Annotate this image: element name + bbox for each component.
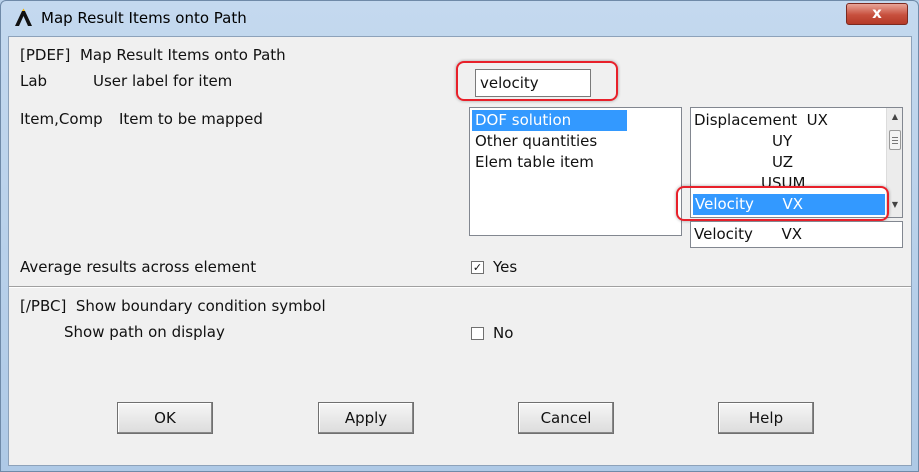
close-button[interactable]: x <box>846 3 908 25</box>
annotation-highlight-lab <box>456 61 618 101</box>
window-title: Map Result Items onto Path <box>41 9 247 27</box>
comp-current-value: Velocity VX <box>694 225 802 243</box>
cancel-button[interactable]: Cancel <box>518 402 614 434</box>
item-option-dof-solution[interactable]: DOF solution <box>472 110 627 131</box>
comp-option-displacement-ux[interactable]: Displacement UX <box>694 110 828 131</box>
apply-button[interactable]: Apply <box>318 402 414 434</box>
item-listbox[interactable]: DOF solution Other quantities Elem table… <box>469 107 682 236</box>
lab-label: Lab <box>20 72 48 90</box>
scroll-up-arrow-icon[interactable]: ▲ <box>889 111 901 123</box>
scroll-down-arrow-icon[interactable]: ▼ <box>889 199 901 211</box>
checkmark-icon: ✓ <box>472 261 483 274</box>
close-icon: x <box>872 4 882 22</box>
annotation-highlight-velocity <box>676 186 889 221</box>
comp-category: Displacement <box>694 111 798 129</box>
ok-button[interactable]: OK <box>117 402 213 434</box>
dialog-body: [PDEF] Map Result Items onto Path Lab Us… <box>8 36 912 466</box>
item-description: Item to be mapped <box>119 110 263 128</box>
lab-description: User label for item <box>93 72 233 90</box>
ansys-logo-icon <box>15 8 32 26</box>
average-results-value: Yes <box>493 258 518 276</box>
comp-name: UX <box>806 111 828 129</box>
comp-option-uz[interactable]: UZ <box>772 152 793 173</box>
show-path-checkbox[interactable] <box>471 327 484 340</box>
show-path-value: No <box>493 324 514 342</box>
item-option-elem-table-item[interactable]: Elem table item <box>472 152 594 173</box>
comp-option-uy[interactable]: UY <box>772 131 792 152</box>
pdef-header: [PDEF] Map Result Items onto Path <box>20 46 286 64</box>
show-path-label: Show path on display <box>64 323 225 341</box>
dialog-window: Map Result Items onto Path x [PDEF] Map … <box>0 0 919 472</box>
item-option-other-quantities[interactable]: Other quantities <box>472 131 597 152</box>
title-bar[interactable]: Map Result Items onto Path x <box>1 1 918 35</box>
section-separator <box>9 286 911 288</box>
scroll-thumb[interactable] <box>889 130 901 150</box>
component-current-field[interactable]: Velocity VX <box>690 221 903 248</box>
average-results-label: Average results across element <box>20 258 257 276</box>
item-label: Item,Comp <box>20 110 103 128</box>
average-results-checkbox[interactable]: ✓ <box>471 261 484 274</box>
pbc-header: [/PBC] Show boundary condition symbol <box>20 297 326 315</box>
help-button[interactable]: Help <box>718 402 814 434</box>
